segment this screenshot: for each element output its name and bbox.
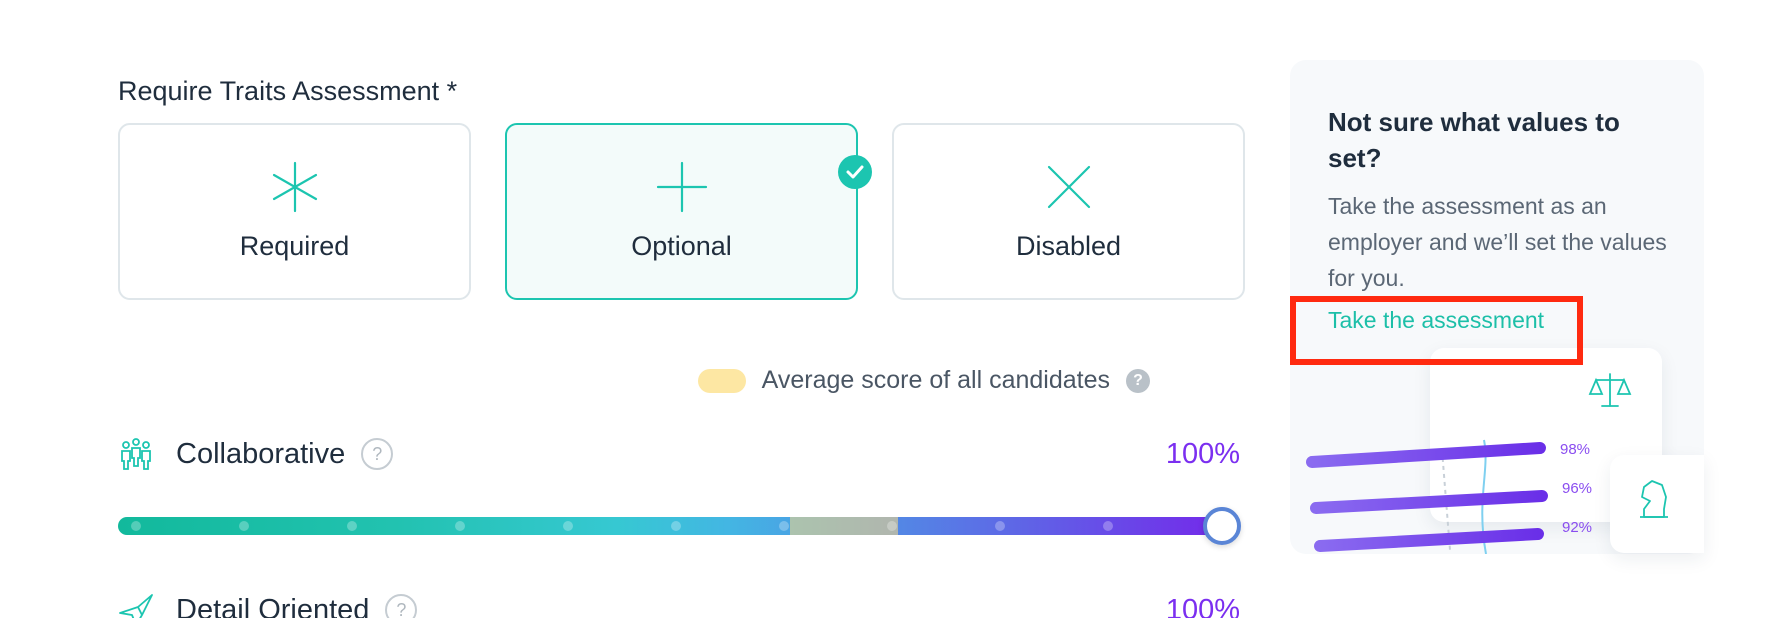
help-icon[interactable]: ? bbox=[385, 594, 418, 618]
slider-tick bbox=[239, 521, 249, 531]
score-bars-illustration: 98% 96% 92% bbox=[1306, 439, 1592, 554]
slider-tick bbox=[995, 521, 1005, 531]
scales-icon bbox=[1588, 373, 1632, 407]
help-icon[interactable]: ? bbox=[361, 438, 394, 470]
legend-text: Average score of all candidates bbox=[761, 366, 1110, 394]
asterisk-icon bbox=[272, 161, 317, 213]
slider-tick bbox=[779, 521, 789, 531]
section-title: Require Traits Assessment * bbox=[118, 76, 458, 106]
option-disabled[interactable]: Disabled bbox=[892, 123, 1245, 300]
bar-label: 96% bbox=[1562, 480, 1592, 497]
slider-tick bbox=[131, 521, 141, 531]
help-icon[interactable]: ? bbox=[1126, 368, 1150, 393]
trait-row-collaborative: Collaborative ? 100% bbox=[118, 434, 1240, 474]
origami-bird-icon bbox=[119, 594, 153, 618]
slider-thumb[interactable] bbox=[1203, 507, 1241, 545]
slider-tick bbox=[1103, 521, 1113, 531]
average-score-band bbox=[790, 517, 898, 535]
plus-icon bbox=[656, 161, 707, 213]
option-label: Disabled bbox=[1015, 231, 1122, 261]
card-title: Not sure what values to set? bbox=[1328, 107, 1620, 173]
slider-tick bbox=[887, 521, 897, 531]
highlight-box bbox=[1290, 296, 1583, 365]
check-icon bbox=[838, 155, 872, 189]
option-optional[interactable]: Optional bbox=[505, 123, 872, 300]
x-icon bbox=[1047, 165, 1090, 209]
trait-name: Collaborative bbox=[176, 437, 346, 470]
trait-row-detail-oriented: Detail Oriented ? 100% bbox=[118, 590, 1240, 618]
people-icon bbox=[121, 438, 151, 470]
trait-value: 100% bbox=[1165, 437, 1240, 470]
bar-label: 98% bbox=[1560, 441, 1590, 458]
option-label: Required bbox=[239, 231, 350, 261]
average-score-legend: Average score of all candidates ? bbox=[697, 366, 1150, 395]
slider-tick bbox=[671, 521, 681, 531]
trait-value: 100% bbox=[1165, 593, 1240, 618]
option-required[interactable]: Required bbox=[118, 123, 471, 300]
slider-tick bbox=[455, 521, 465, 531]
slider-tick bbox=[563, 521, 573, 531]
trait-name: Detail Oriented bbox=[176, 593, 370, 618]
slider-tick bbox=[347, 521, 357, 531]
card-description: Take the assessment as an employer and w… bbox=[1328, 193, 1667, 291]
legend-swatch bbox=[697, 368, 746, 393]
option-label: Optional bbox=[631, 231, 732, 261]
bar-label: 92% bbox=[1562, 519, 1592, 536]
